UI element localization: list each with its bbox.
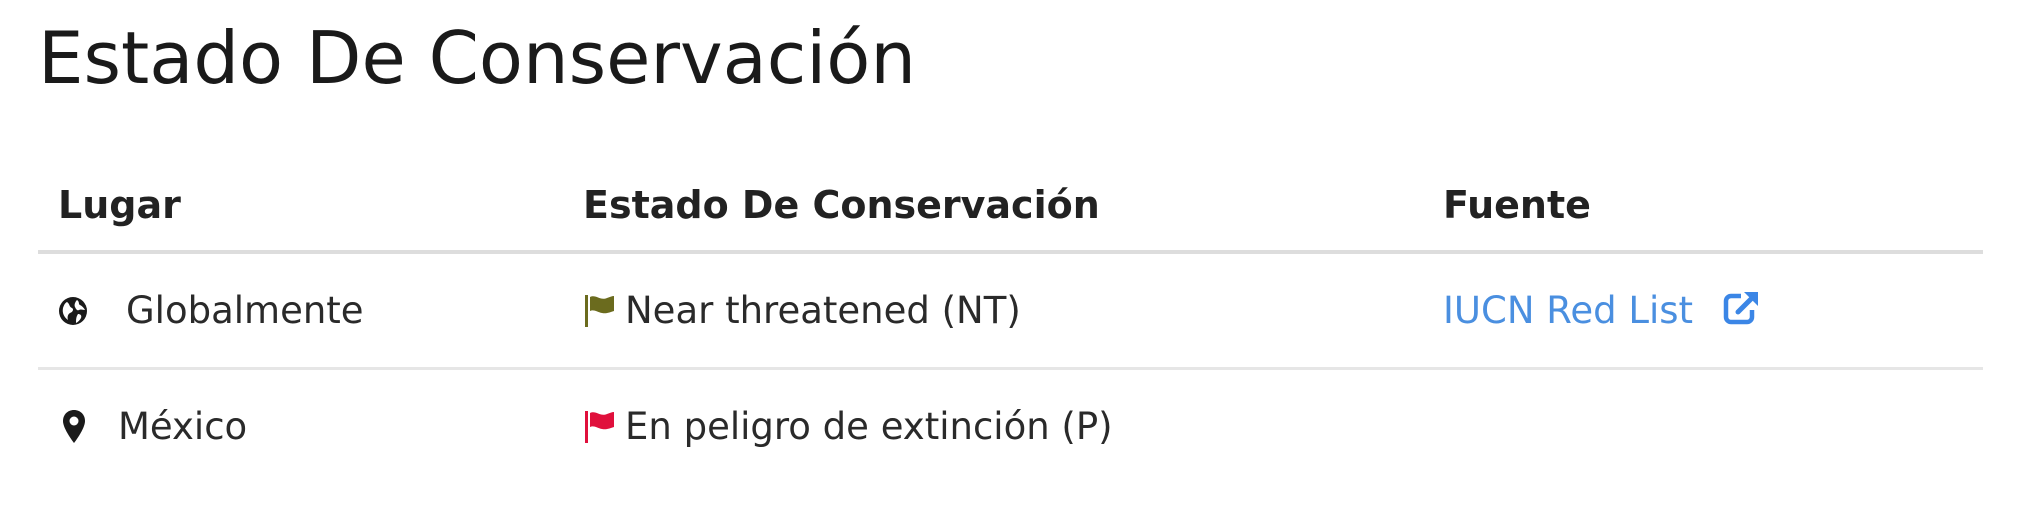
status-label: Near threatened (NT) xyxy=(625,289,1021,332)
status-label: En peligro de extinción (P) xyxy=(625,405,1113,448)
place-cell: México xyxy=(58,370,247,483)
globe-icon xyxy=(58,296,88,326)
conservation-status-table: Lugar Estado De Conservación Fuente Glob… xyxy=(38,160,1983,483)
header-place-cell: Lugar xyxy=(58,160,181,250)
header-source-cell: Fuente xyxy=(1443,160,1591,250)
table-row: Globalmente Near threatened (NT) IUCN Re… xyxy=(38,254,1983,370)
header-source-label: Fuente xyxy=(1443,183,1591,227)
place-label: México xyxy=(118,405,248,448)
iucn-red-list-link[interactable]: IUCN Red List xyxy=(1443,289,1693,332)
source-cell: IUCN Red List xyxy=(1443,254,1762,367)
external-link-icon[interactable] xyxy=(1723,289,1762,327)
map-pin-icon xyxy=(62,409,86,445)
header-status-cell: Estado De Conservación xyxy=(583,160,1100,250)
header-status-label: Estado De Conservación xyxy=(583,183,1100,227)
table-header-row: Lugar Estado De Conservación Fuente xyxy=(38,160,1983,254)
table-row: México En peligro de extinción (P) xyxy=(38,370,1983,483)
page-title: Estado De Conservación xyxy=(38,16,916,100)
header-place-label: Lugar xyxy=(58,183,181,227)
status-cell: En peligro de extinción (P) xyxy=(583,370,1113,483)
status-cell: Near threatened (NT) xyxy=(583,254,1021,367)
flag-icon xyxy=(583,293,617,329)
place-cell: Globalmente xyxy=(58,254,364,367)
place-label: Globalmente xyxy=(126,289,364,332)
flag-icon xyxy=(583,409,617,445)
